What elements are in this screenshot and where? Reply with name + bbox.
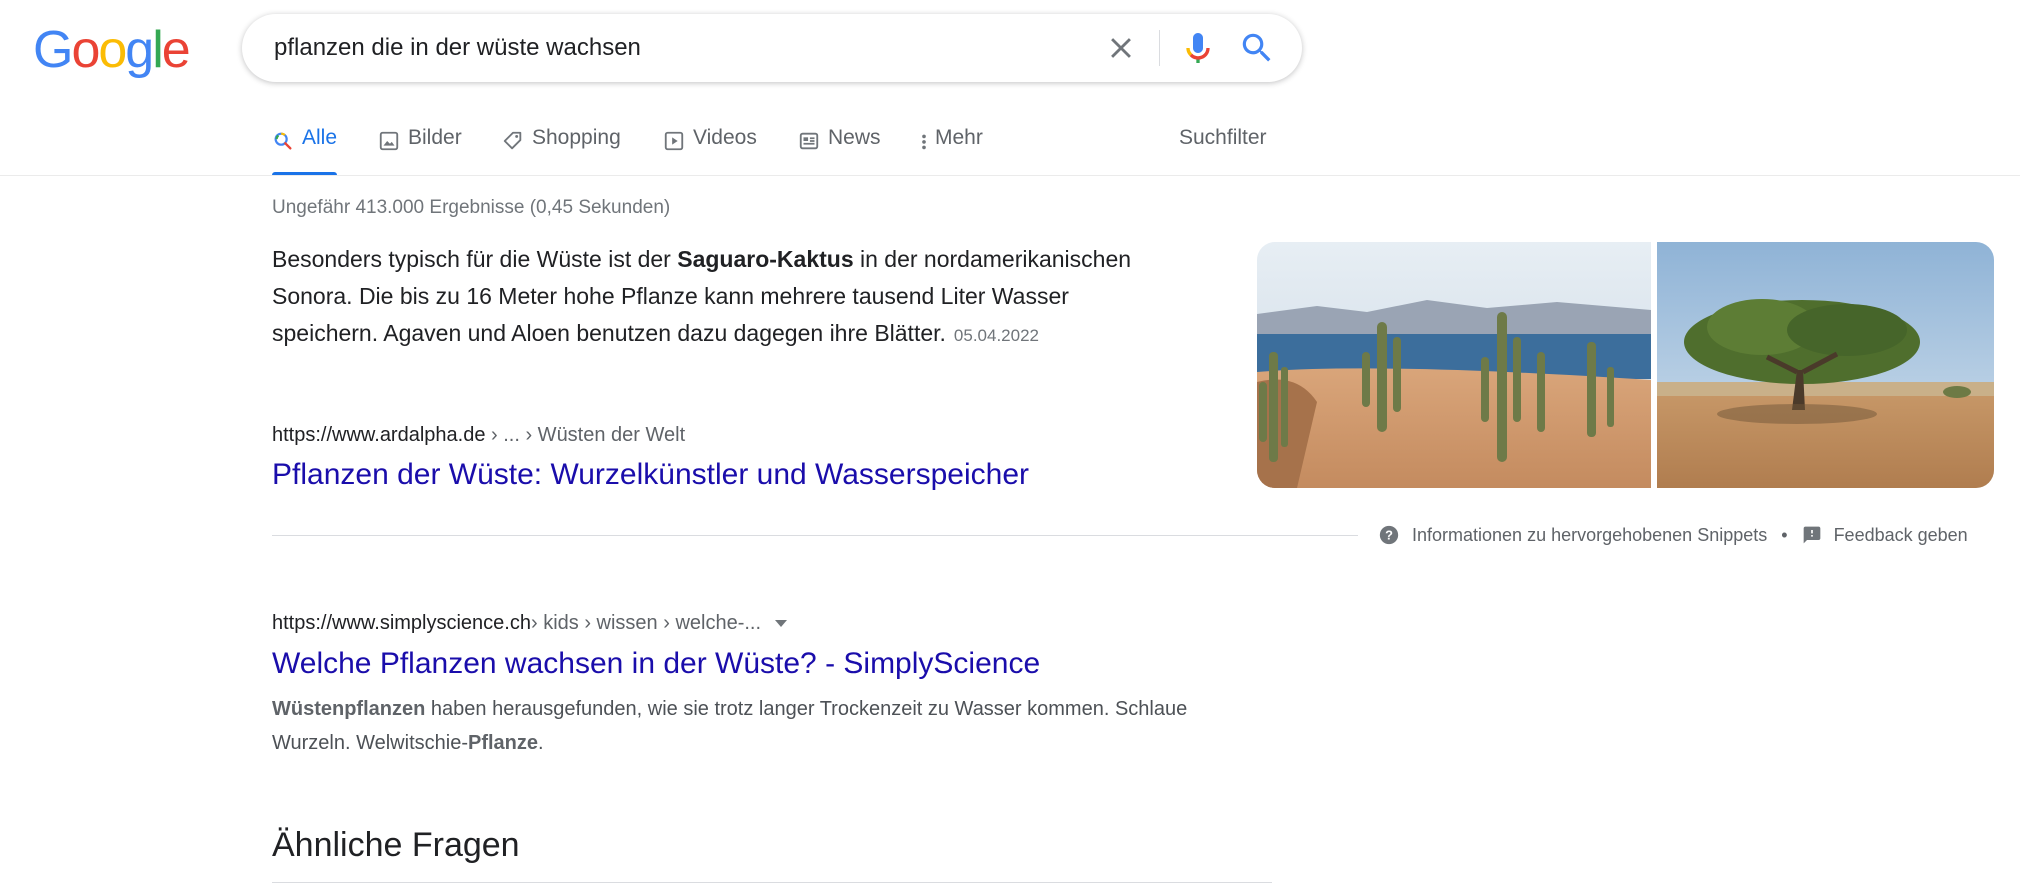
logo-letter: G: [33, 21, 73, 79]
microphone-icon[interactable]: [1178, 28, 1218, 68]
logo-letter: o: [71, 21, 100, 79]
search-input[interactable]: pflanzen die in der wüste wachsen: [274, 14, 641, 82]
google-logo[interactable]: Google: [33, 21, 191, 79]
feedback-link[interactable]: Feedback geben: [1834, 525, 1968, 546]
chevron-down-icon[interactable]: [775, 620, 788, 627]
tab-label: Shopping: [532, 126, 621, 149]
tab-label: News: [828, 126, 881, 149]
search-icon: [274, 132, 292, 150]
svg-text:?: ?: [1385, 528, 1393, 543]
snippet-bold: Saguaro-Kaktus: [677, 246, 854, 272]
search-box[interactable]: pflanzen die in der wüste wachsen: [242, 14, 1302, 82]
cite-domain: https://www.ardalpha.de: [272, 424, 486, 446]
help-icon[interactable]: ?: [1378, 524, 1400, 546]
tab-label: Alle: [302, 126, 338, 149]
tab-news[interactable]: News: [798, 126, 881, 176]
tab-shopping[interactable]: Shopping: [502, 126, 621, 176]
tag-icon: [503, 131, 522, 150]
desc-text: .: [538, 732, 544, 754]
snippet-date: 05.04.2022: [953, 326, 1040, 345]
search-divider: [1159, 30, 1160, 66]
tab-mehr[interactable]: Mehr: [919, 126, 983, 176]
tab-label: Videos: [693, 126, 757, 149]
news-icon: [799, 132, 819, 150]
header-divider: [0, 175, 2020, 176]
snippet-info-link[interactable]: Informationen zu hervorgehobenen Snippet…: [1412, 525, 1767, 546]
result-cite: https://www.ardalpha.de › ... › Wüsten d…: [272, 424, 685, 447]
logo-letter: o: [98, 21, 127, 79]
play-icon: [664, 131, 684, 151]
related-questions-heading: Ähnliche Fragen: [272, 826, 520, 864]
cite-domain: https://www.simplyscience.ch: [272, 612, 531, 634]
featured-snippet-text: Besonders typisch für die Wüste ist der …: [272, 241, 1172, 354]
related-questions-divider: [272, 882, 1272, 883]
cite-path: › kids › wissen › welche-...: [530, 612, 762, 634]
featured-images[interactable]: [1257, 242, 1994, 488]
search-icon[interactable]: [1238, 29, 1276, 67]
more-vert-icon: [922, 134, 926, 150]
tab-suchfilter[interactable]: Suchfilter: [1179, 126, 1267, 150]
tab-videos[interactable]: Videos: [663, 126, 757, 176]
separator-dot: •: [1781, 524, 1788, 545]
result-title-link[interactable]: Welche Pflanzen wachsen in der Wüste? - …: [272, 647, 1040, 681]
result-title-link[interactable]: Pflanzen der Wüste: Wurzelkünstler und W…: [272, 458, 1029, 492]
image-icon: [379, 131, 399, 151]
result-description: Wüstenpflanzen haben herausgefunden, wie…: [272, 692, 1232, 760]
tab-bilder[interactable]: Bilder: [378, 126, 462, 176]
logo-letter: g: [125, 21, 154, 79]
desc-bold: Wüstenpflanzen: [272, 698, 426, 720]
tab-label: Bilder: [408, 126, 462, 149]
snippet-divider: [272, 535, 1358, 536]
snippet-info-bar: ? Informationen zu hervorgehobenen Snipp…: [1378, 524, 1968, 546]
logo-letter: l: [152, 21, 163, 79]
tab-alle[interactable]: Alle: [272, 126, 338, 176]
snippet-text: Besonders typisch für die Wüste ist der: [272, 246, 678, 272]
desc-bold: Pflanze: [467, 732, 539, 754]
result-cite: https://www.simplyscience.ch › kids › wi…: [272, 612, 788, 635]
close-icon[interactable]: [1104, 31, 1138, 65]
cite-path: › ... › Wüsten der Welt: [485, 424, 686, 446]
result-stats: Ungefähr 413.000 Ergebnisse (0,45 Sekund…: [272, 197, 671, 218]
tab-label: Mehr: [935, 126, 983, 149]
feedback-icon[interactable]: [1802, 525, 1822, 545]
desert-cactus-image[interactable]: [1257, 242, 1994, 488]
logo-letter: e: [161, 21, 191, 79]
